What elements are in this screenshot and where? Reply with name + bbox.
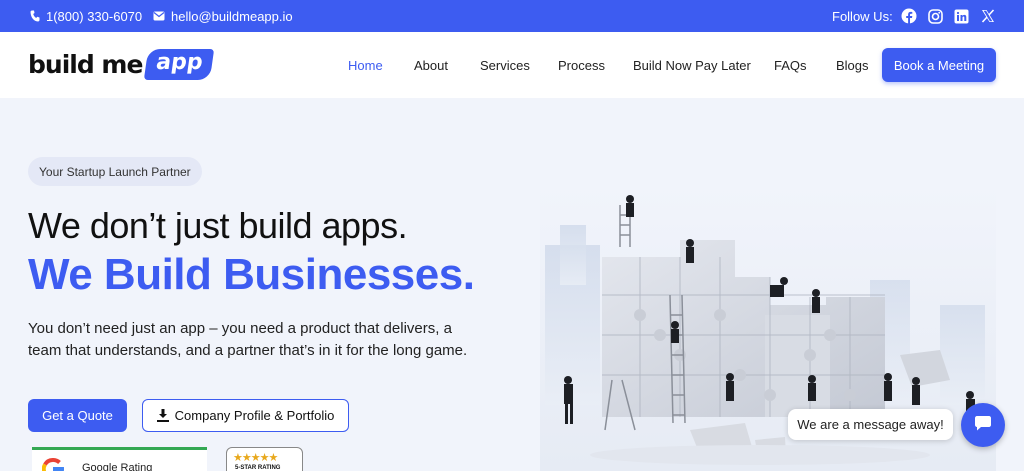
chat-message-bubble[interactable]: We are a message away! [788, 409, 953, 440]
chat-bubble-icon [974, 414, 992, 437]
nav-home[interactable]: Home [348, 58, 383, 73]
book-meeting-button[interactable]: Book a Meeting [882, 48, 996, 82]
email-address: hello@buildmeapp.io [171, 8, 293, 24]
google-rating-card: Google Rating [32, 447, 207, 471]
top-bar: 1(800) 330-6070 hello@buildmeapp.io Foll… [0, 0, 1024, 32]
linkedin-icon[interactable] [952, 7, 970, 25]
follow-label: Follow Us: [832, 8, 893, 24]
email-link[interactable]: hello@buildmeapp.io [153, 0, 293, 32]
google-icon [41, 458, 64, 471]
google-rating-label: Google Rating [82, 462, 153, 471]
phone-icon [30, 10, 40, 22]
chat-open-button[interactable] [961, 403, 1005, 447]
star-rating-label: 5-STAR RATING [235, 465, 281, 471]
x-icon[interactable] [979, 7, 997, 25]
instagram-icon[interactable] [926, 7, 944, 25]
nav-faqs[interactable]: FAQs [774, 58, 807, 73]
tagline-badge: Your Startup Launch Partner [28, 157, 202, 186]
nav-about[interactable]: About [414, 58, 448, 73]
nav-services[interactable]: Services [480, 58, 530, 73]
star-rating-icons: ★★★★★ [233, 452, 278, 464]
nav-process[interactable]: Process [558, 58, 605, 73]
hero-paragraph: You don’t need just an app – you need a … [28, 320, 468, 359]
nav-blogs[interactable]: Blogs [836, 58, 869, 73]
site-logo[interactable]: build me app [28, 49, 215, 80]
get-quote-button[interactable]: Get a Quote [28, 399, 127, 432]
company-profile-button[interactable]: Company Profile & Portfolio [142, 399, 349, 432]
phone-link[interactable]: 1(800) 330-6070 [30, 0, 142, 32]
download-icon [156, 409, 169, 422]
nav-build-now-pay-later[interactable]: Build Now Pay Later [633, 58, 751, 73]
logo-pill: app [144, 49, 215, 80]
facebook-icon[interactable] [900, 7, 918, 25]
phone-number: 1(800) 330-6070 [46, 8, 143, 24]
headline-line-2: We Build Businesses. [28, 250, 475, 299]
logo-text: build me [28, 50, 143, 79]
mail-icon [153, 11, 165, 21]
company-profile-label: Company Profile & Portfolio [174, 408, 335, 423]
headline-line-1: We don’t just build apps. [28, 205, 408, 246]
five-star-rating-card: ★★★★★ 5-STAR RATING [226, 447, 303, 471]
